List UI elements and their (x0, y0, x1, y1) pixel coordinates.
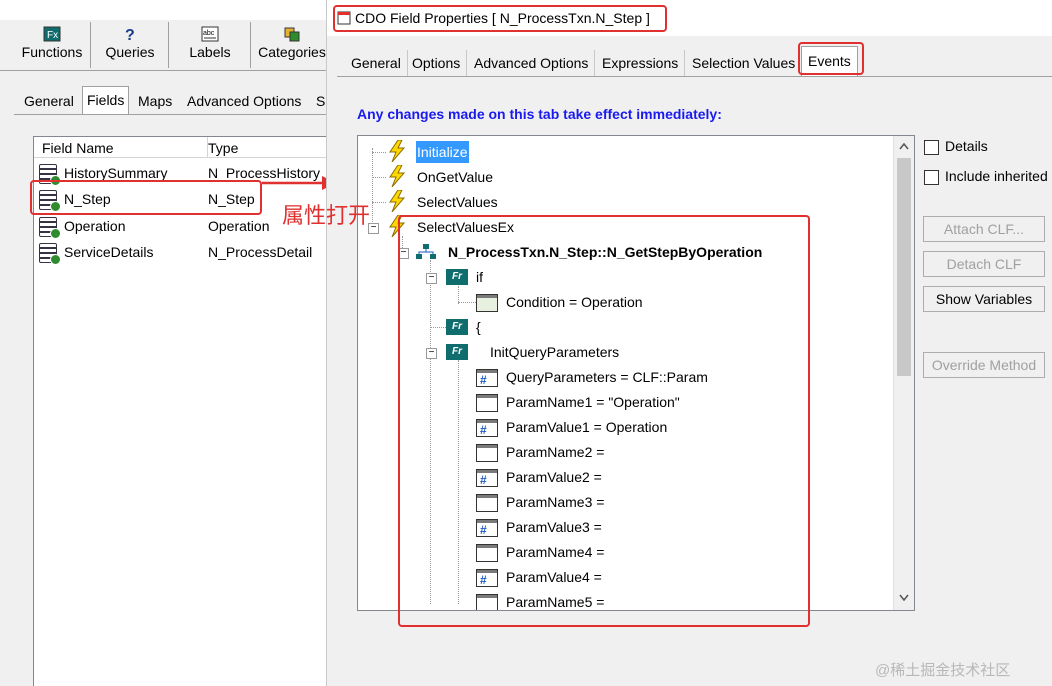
watermark: @稀土掘金技术社区 (875, 662, 1011, 679)
tab-s[interactable]: S (312, 88, 326, 114)
categories-icon (284, 27, 300, 42)
database-field-icon (39, 217, 61, 239)
detach-clf-button[interactable]: Detach CLF (923, 251, 1045, 277)
toolbar-divider (0, 70, 326, 71)
svg-text:?: ? (125, 27, 135, 42)
chevron-down-icon[interactable] (899, 594, 909, 602)
lightning-icon (389, 190, 406, 212)
scrollbar-thumb[interactable] (897, 158, 911, 376)
show-variables-button[interactable]: Show Variables (923, 286, 1045, 312)
notice-text: Any changes made on this tab take effect… (357, 106, 722, 122)
details-label: Details (945, 138, 988, 154)
highlight-n-step-row (30, 180, 262, 215)
highlight-events-tab (798, 42, 864, 75)
details-checkbox[interactable] (924, 140, 939, 155)
tree-line (372, 202, 386, 203)
lightning-icon (389, 140, 406, 162)
annotation-label: 属性打开 (282, 203, 371, 228)
tab-divider (337, 76, 1052, 77)
include-inherited-checkbox[interactable] (924, 170, 939, 185)
tree-line (372, 148, 373, 232)
functions-button[interactable]: Fx Functions (14, 22, 91, 68)
tab-selection-values[interactable]: Selection Values (686, 50, 803, 76)
label-icon: abc (201, 26, 219, 42)
tab-general[interactable]: General (345, 50, 408, 76)
categories-button[interactable]: Categories (252, 22, 326, 68)
queries-button[interactable]: ? Queries (92, 22, 169, 68)
tab-advanced-options[interactable]: Advanced Options (468, 50, 596, 76)
column-field-name[interactable]: Field Name (34, 137, 208, 158)
question-icon: ? (125, 27, 135, 42)
designer-panel: Fx Functions ? Queries abc Labels Catego… (0, 0, 326, 686)
labels-button[interactable]: abc Labels (170, 22, 251, 68)
tab-options[interactable]: Options (406, 50, 468, 76)
attach-clf-button[interactable]: Attach CLF... (923, 216, 1045, 242)
override-method-button[interactable]: Override Method (923, 352, 1045, 378)
cdo-field-properties-dialog: CDO Field Properties [ N_ProcessTxn.N_St… (326, 0, 1052, 686)
highlight-title (333, 5, 667, 32)
tree-line (372, 152, 386, 153)
top-strip (0, 0, 326, 20)
functions-icon: Fx (43, 26, 61, 42)
tab-advanced-options[interactable]: Advanced Options (183, 88, 305, 114)
lightning-icon (389, 165, 406, 187)
tab-expressions[interactable]: Expressions (596, 50, 686, 76)
svg-text:Fx: Fx (47, 30, 58, 41)
tab-fields[interactable]: Fields (82, 86, 130, 115)
database-field-icon (39, 243, 61, 265)
chevron-up-icon[interactable] (899, 142, 909, 150)
tree-scrollbar[interactable] (893, 136, 914, 610)
include-inherited-label: Include inherited (945, 168, 1048, 184)
tab-divider (14, 114, 326, 115)
tab-maps[interactable]: Maps (134, 88, 176, 114)
svg-text:abc: abc (203, 30, 215, 37)
column-type[interactable]: Type (208, 137, 326, 158)
highlight-method-tree (398, 215, 810, 627)
tab-general[interactable]: General (20, 88, 78, 114)
tree-line (372, 177, 386, 178)
table-row[interactable]: ServiceDetails N_ProcessDetail (34, 239, 326, 265)
